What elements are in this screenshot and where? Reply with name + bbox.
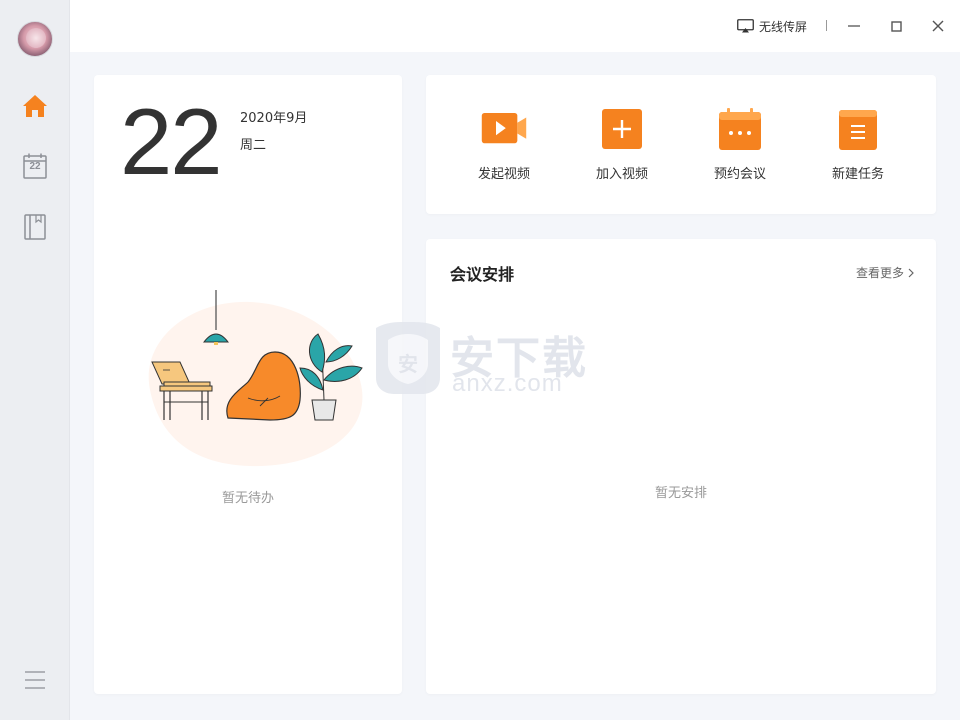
divider: [826, 20, 827, 31]
see-more-label: 查看更多: [855, 266, 904, 280]
sidebar: 22: [0, 0, 70, 720]
minimize-button[interactable]: [842, 14, 866, 38]
empty-meeting-text: 暂无安排: [654, 486, 707, 501]
new-task-button[interactable]: 新建任务: [808, 105, 908, 189]
join-video-label: 加入视频: [595, 167, 648, 182]
meeting-title: 会议安排: [450, 265, 515, 284]
weekday-label: 周二: [240, 138, 267, 153]
calendar-dots-icon: [716, 105, 764, 153]
sidebar-item-home[interactable]: [17, 88, 53, 124]
schedule-meeting-label: 预约会议: [713, 167, 766, 182]
menu-icon: [25, 671, 45, 689]
chevron-right-icon: [908, 268, 914, 277]
close-button[interactable]: [926, 14, 950, 38]
avatar[interactable]: [17, 21, 53, 57]
schedule-meeting-button[interactable]: 预约会议: [690, 105, 790, 189]
date-todo-card: 22 2020年9月 周二 暂无待办: [94, 75, 402, 694]
empty-todo-text: 暂无待办: [221, 491, 274, 506]
home-icon: [23, 95, 47, 117]
year-month-label: 2020年9月: [240, 111, 308, 126]
video-camera-icon: [480, 105, 528, 153]
calendar-icon-day: 22: [29, 161, 41, 172]
close-icon: [932, 20, 944, 32]
notebook-icon: [24, 214, 46, 240]
sidebar-menu-button[interactable]: [17, 662, 53, 698]
start-video-label: 发起视频: [477, 167, 530, 182]
see-more-link[interactable]: 查看更多: [856, 264, 914, 281]
wireless-cast-label: 无线传屏: [759, 19, 808, 34]
empty-todo-illustration: [148, 290, 363, 467]
quick-actions-card: 发起视频 加入视频 预约会议 新建任务: [426, 75, 936, 214]
title-bar: 无线传屏: [70, 0, 960, 52]
minimize-icon: [848, 25, 860, 27]
meeting-schedule-card: 会议安排 查看更多 暂无安排: [426, 239, 936, 694]
start-video-button[interactable]: 发起视频: [454, 105, 554, 189]
day-number: 22: [120, 89, 223, 194]
wireless-cast-button[interactable]: 无线传屏: [737, 16, 807, 36]
maximize-button[interactable]: [884, 14, 908, 38]
join-video-button[interactable]: 加入视频: [572, 105, 672, 189]
plus-icon: [598, 105, 646, 153]
watermark-domain: anxz.com: [452, 370, 563, 397]
screen-cast-icon: [737, 19, 754, 33]
new-task-label: 新建任务: [831, 167, 884, 182]
watermark: 安 安下载 anxz.com: [372, 318, 592, 400]
watermark-badge: 安: [398, 352, 418, 376]
sidebar-item-notes[interactable]: [17, 209, 53, 245]
maximize-icon: [890, 20, 902, 32]
task-list-icon: [834, 105, 882, 153]
sidebar-item-calendar[interactable]: 22: [17, 148, 53, 184]
